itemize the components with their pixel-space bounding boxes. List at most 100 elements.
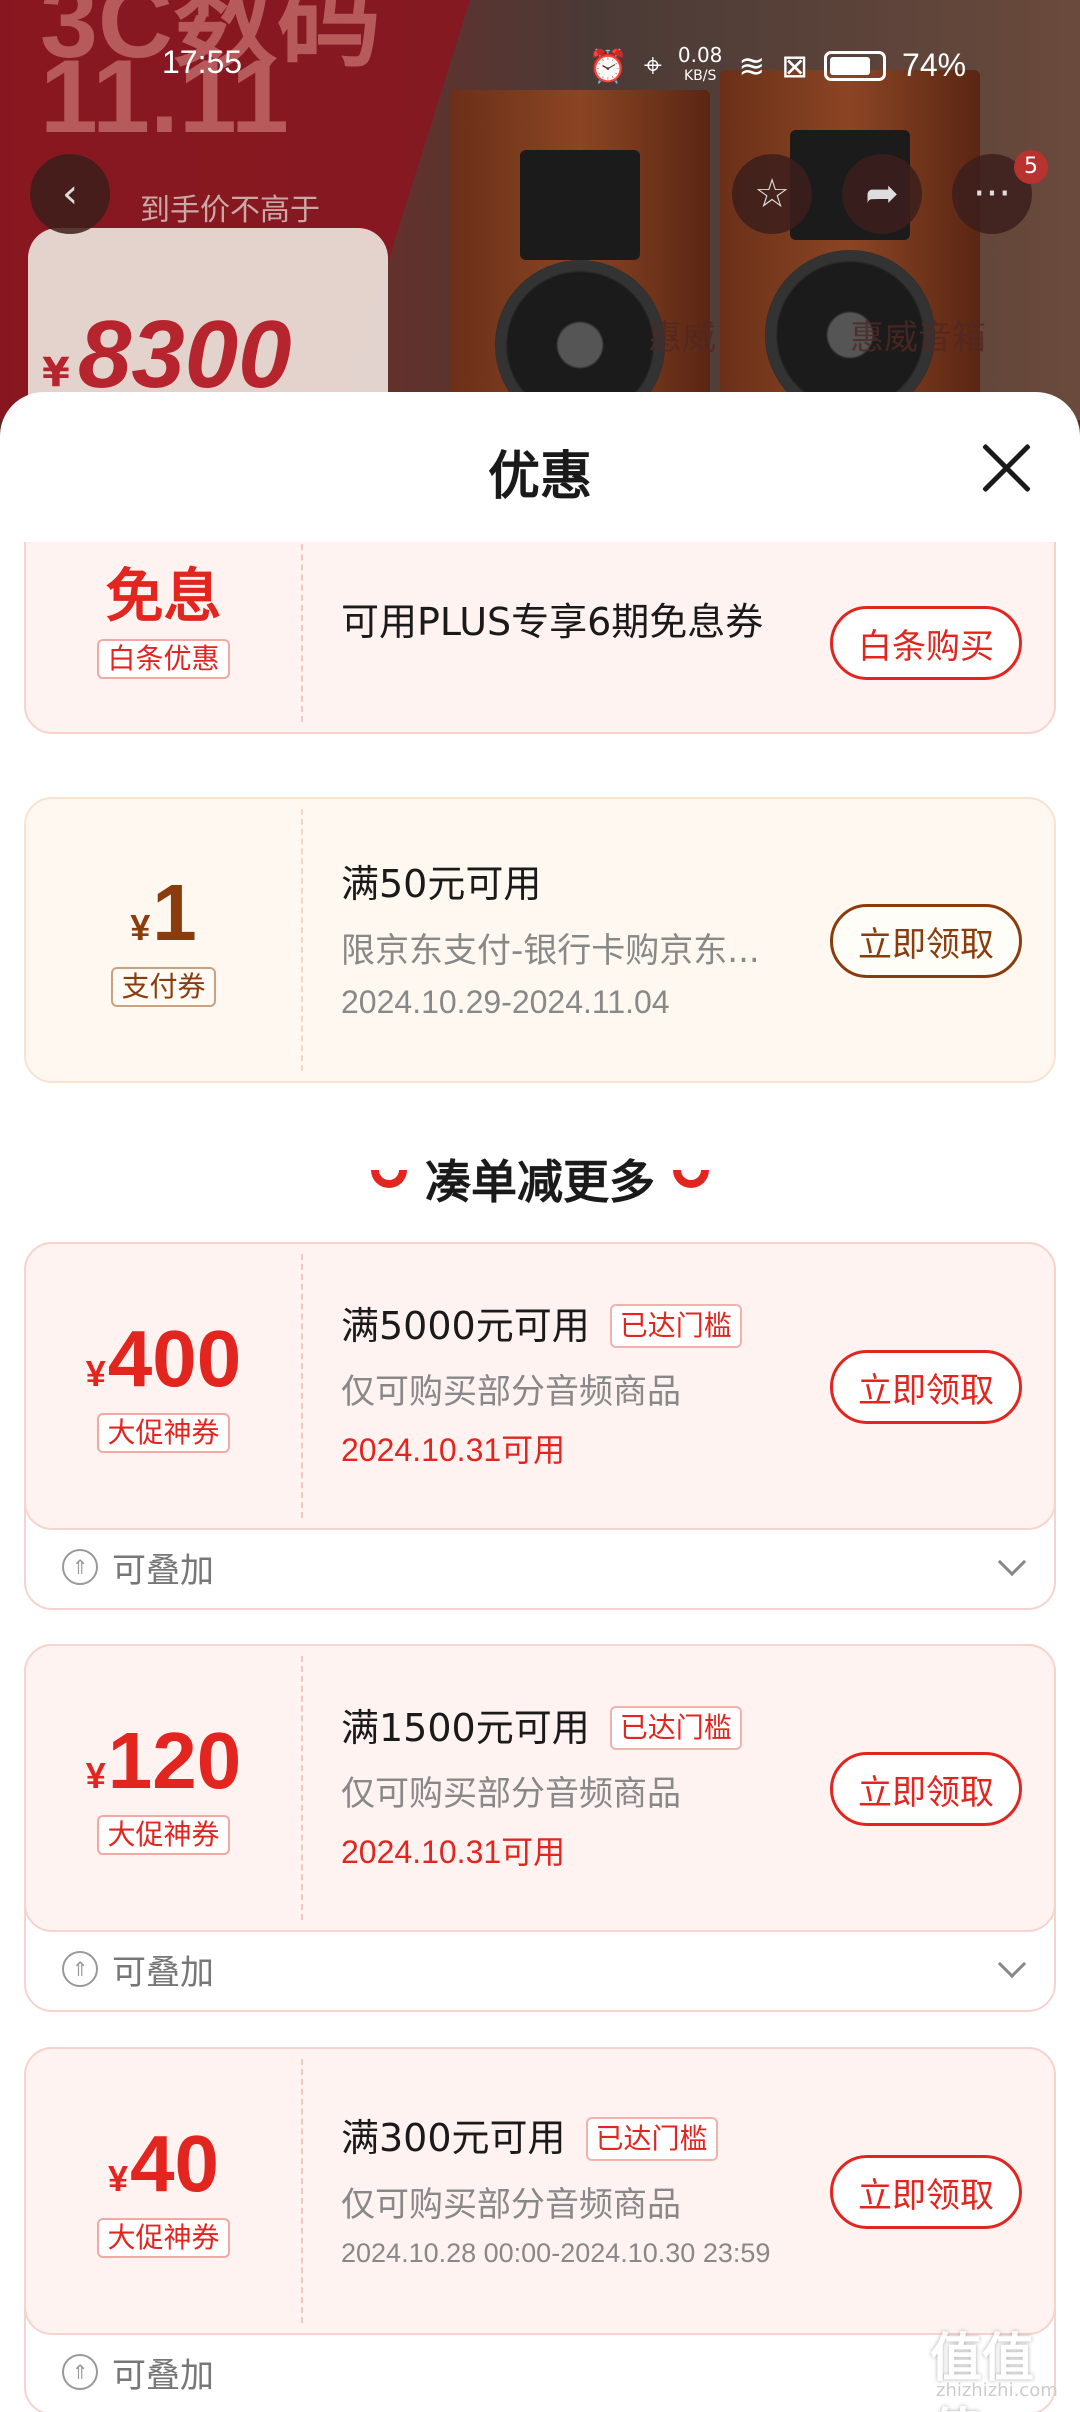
claim-button[interactable]: 立即领取 xyxy=(830,2155,1022,2229)
bg-tab-brand-speaker: 惠威音箱 xyxy=(850,318,986,358)
stackable-row[interactable]: ⇑ 可叠加 xyxy=(26,1928,1054,2010)
stackable-row[interactable]: ⇑ 可叠加 xyxy=(26,2331,1054,2412)
coupon-info: 满300元可用 已达门槛 仅可购买部分音频商品 2024.10.28 00:00-… xyxy=(341,2049,811,2333)
coupon-date: 2024.10.31可用 xyxy=(341,1834,566,1871)
claim-button[interactable]: 立即领取 xyxy=(830,1350,1022,1424)
network-speed: 0.08 KB/S xyxy=(677,43,723,85)
baitiao-buy-button[interactable]: 白条购买 xyxy=(830,606,1022,680)
coupon-amount: ¥120 xyxy=(86,1721,242,1801)
coupon-divider xyxy=(301,1254,303,1518)
coupon-amount-value: 120 xyxy=(107,1716,242,1805)
coupon-info: 满1500元可用 已达门槛 仅可购买部分音频商品 2024.10.31可用 xyxy=(341,1646,811,1930)
location-icon: ⌖ xyxy=(643,46,662,84)
coupon-amount: 免息 xyxy=(105,562,222,630)
coupon-left: ¥1 支付券 xyxy=(26,799,301,1081)
stackable-label: 可叠加 xyxy=(112,1952,214,1993)
battery-percent: 74% xyxy=(902,47,967,83)
coupon-condition: 可用PLUS专享6期免息券 xyxy=(341,600,764,645)
chevron-down-icon xyxy=(997,1547,1027,1577)
claim-button[interactable]: 立即领取 xyxy=(830,904,1022,978)
coupon-desc: 仅可购买部分音频商品 xyxy=(341,1372,681,1413)
coupon-tag: 大促神券 xyxy=(97,1815,230,1855)
back-icon[interactable]: ‹ xyxy=(30,154,110,234)
coupon-desc: 仅可购买部分音频商品 xyxy=(341,1774,681,1815)
bg-tab-brand: 惠威 xyxy=(648,318,716,358)
message-count-badge: 5 xyxy=(1014,150,1048,184)
coupon-card-payment: ¥1 支付券 满50元可用 限京东支付-银行卡购京东... 2024.10.29… xyxy=(24,797,1056,1083)
stackable-label: 可叠加 xyxy=(112,2355,214,2396)
coupon-yen: ¥ xyxy=(85,1755,106,1796)
coupon-tag: 白条优惠 xyxy=(97,639,230,679)
coupon-date: 2024.10.31可用 xyxy=(341,1432,566,1469)
coupon-left: 免息 白条优惠 xyxy=(26,542,301,732)
coupon-condition: 满1500元可用 已达门槛 xyxy=(341,1703,811,1754)
speaker-image-right xyxy=(720,70,980,420)
coupon-tag: 大促神券 xyxy=(97,2218,230,2258)
coupon-card-40: ¥40 大促神券 满300元可用 已达门槛 仅可购买部分音频商品 2024.10.… xyxy=(24,2047,1056,2335)
coupon-yen: ¥ xyxy=(130,907,151,948)
speaker-image-left xyxy=(450,90,710,420)
favorite-star-icon[interactable]: ☆ xyxy=(732,154,812,234)
coupon-condition: 满300元可用 已达门槛 xyxy=(341,2113,811,2164)
coupon-divider xyxy=(301,542,303,722)
coupon-amount-value: 400 xyxy=(107,1314,242,1403)
share-icon[interactable]: ➦ xyxy=(842,154,922,234)
coupon-left: ¥400 大促神券 xyxy=(26,1244,301,1528)
product-page-background: 3C数码 11.11 到手价不高于 ¥ 8300 ‹ ☆ ➦ ··· 5 惠威 … xyxy=(0,0,1080,420)
coupon-list[interactable]: 免息 白条优惠 可用PLUS专享6期免息券 白条购买 ¥1 支付券 满50元可用… xyxy=(0,542,1080,2412)
section-title-text: 凑单减更多 xyxy=(425,1155,655,1209)
coupon-divider xyxy=(301,809,303,1071)
sim-off-icon: ⊠ xyxy=(781,46,809,85)
coupon-amount-value: 1 xyxy=(152,868,197,957)
coupon-condition-text: 满5000元可用 xyxy=(341,1303,590,1348)
sheet-header: 优惠 xyxy=(0,392,1080,542)
coupon-left: ¥40 大促神券 xyxy=(26,2049,301,2333)
close-icon[interactable] xyxy=(978,440,1034,496)
coupon-date: 2024.10.28 00:00-2024.10.30 23:59 xyxy=(341,2237,771,2268)
coupon-amount: ¥400 xyxy=(86,1319,242,1399)
threshold-reached-badge: 已达门槛 xyxy=(609,1706,742,1751)
chevron-down-icon xyxy=(997,1949,1027,1979)
watermark-url: zhizhizhi.com xyxy=(936,2380,1058,2401)
net-speed-unit: KB/S xyxy=(683,68,717,84)
stackable-label: 可叠加 xyxy=(112,1550,214,1591)
status-time: 17:55 xyxy=(162,44,243,80)
coupon-desc: 限京东支付-银行卡购京东... xyxy=(341,930,760,971)
coupon-tag: 大促神券 xyxy=(97,1413,230,1453)
stack-icon: ⇑ xyxy=(62,1549,98,1585)
section-title: 凑单减更多 xyxy=(0,1146,1080,1212)
coupon-card-interest-free: 免息 白条优惠 可用PLUS专享6期免息券 白条购买 xyxy=(24,542,1056,734)
net-speed-value: 0.08 xyxy=(677,43,723,67)
coupon-left: ¥120 大促神券 xyxy=(26,1646,301,1930)
battery-icon xyxy=(824,50,887,81)
coupon-amount: ¥40 xyxy=(108,2124,219,2204)
coupon-date: 2024.10.29-2024.11.04 xyxy=(341,983,670,1020)
sheet-title: 优惠 xyxy=(487,447,592,507)
coupon-amount-value: 40 xyxy=(130,2119,219,2208)
threshold-reached-badge: 已达门槛 xyxy=(585,2116,718,2161)
stack-icon: ⇑ xyxy=(62,2354,98,2390)
stack-icon: ⇑ xyxy=(62,1951,98,1987)
coupon-info: 可用PLUS专享6期免息券 xyxy=(341,542,781,732)
status-bar: 17:55 ⏰ ⌖ 0.08 KB/S ≋ ⊠ 74% xyxy=(0,44,1080,94)
smile-icon xyxy=(673,1170,709,1188)
wifi-icon: ≋ xyxy=(738,46,766,85)
price-hint: 到手价不高于 xyxy=(140,193,320,228)
price-currency: ¥ xyxy=(42,350,70,396)
coupon-yen: ¥ xyxy=(107,2158,129,2199)
discount-sheet: 优惠 免息 白条优惠 可用PLUS专享6期免息券 白条购买 ¥1 支付券 满50… xyxy=(0,392,1080,2412)
claim-button[interactable]: 立即领取 xyxy=(830,1752,1022,1826)
coupon-condition: 满50元可用 xyxy=(341,862,542,907)
stackable-row[interactable]: ⇑ 可叠加 xyxy=(26,1526,1054,1608)
coupon-info: 满5000元可用 已达门槛 仅可购买部分音频商品 2024.10.31可用 xyxy=(341,1244,811,1528)
coupon-card-400: ¥400 大促神券 满5000元可用 已达门槛 仅可购买部分音频商品 2024.1… xyxy=(24,1242,1056,1530)
threshold-reached-badge: 已达门槛 xyxy=(609,1304,742,1349)
smile-icon xyxy=(371,1170,407,1188)
coupon-tag: 支付券 xyxy=(111,967,216,1007)
alarm-icon: ⏰ xyxy=(588,46,628,85)
coupon-condition-text: 满1500元可用 xyxy=(341,1705,590,1750)
coupon-yen: ¥ xyxy=(85,1353,106,1394)
coupon-condition-text: 满300元可用 xyxy=(341,2116,566,2161)
coupon-divider xyxy=(301,2059,303,2323)
coupon-info: 满50元可用 限京东支付-银行卡购京东... 2024.10.29-2024.1… xyxy=(341,799,811,1081)
